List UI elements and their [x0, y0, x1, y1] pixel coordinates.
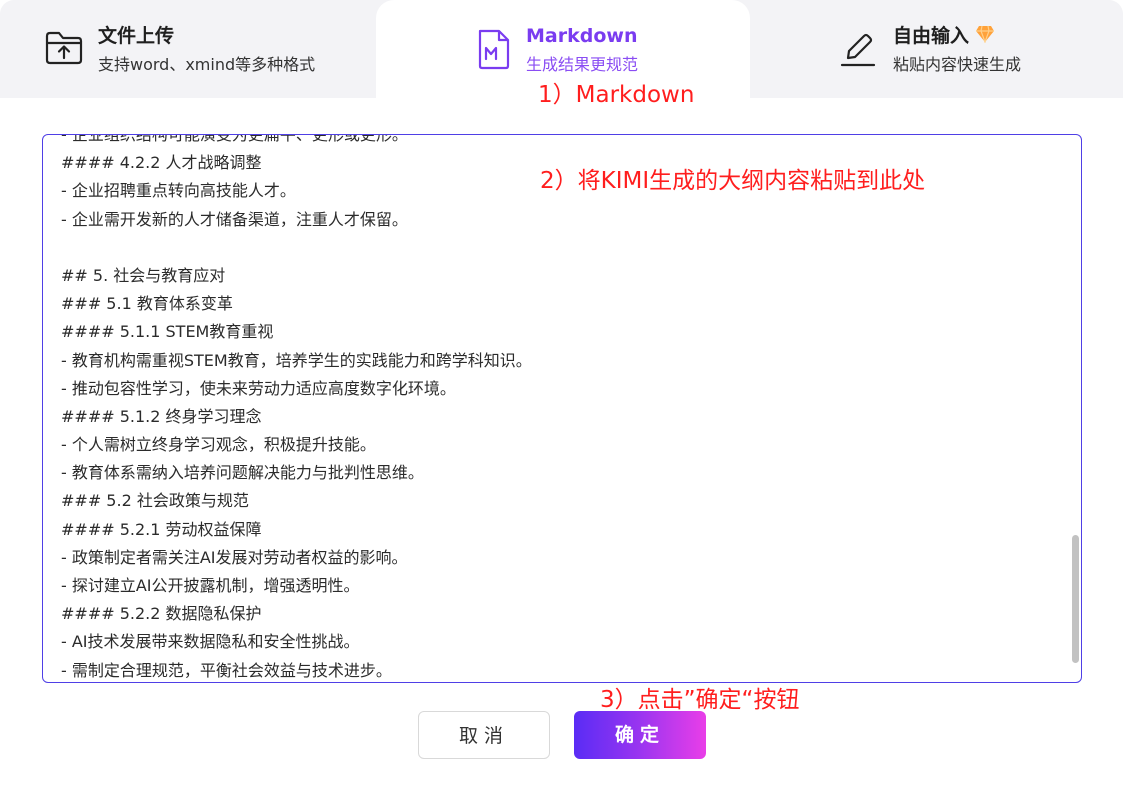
editor-line: #### 5.1.1 STEM教育重视: [61, 322, 274, 342]
gem-icon: [975, 25, 995, 49]
editor-line: #### 5.2.2 数据隐私保护: [61, 604, 262, 624]
editor-content[interactable]: - 企业组织结构可能演变为更扁平、更形或更形。 #### 4.2.2 人才战略调整…: [61, 134, 1061, 682]
tab-file-upload[interactable]: 文件上传 支持word、xmind等多种格式: [0, 0, 376, 98]
editor-line: - 个人需树立终身学习观念，积极提升技能。: [61, 435, 376, 455]
editor-line: - 教育体系需纳入培养问题解决能力与批判性思维。: [61, 463, 424, 483]
markdown-textarea[interactable]: - 企业组织结构可能演变为更扁平、更形或更形。 #### 4.2.2 人才战略调整…: [42, 134, 1082, 683]
pen-icon: [840, 30, 876, 72]
folder-upload-icon: [44, 30, 84, 70]
annotation-step-2: 2）将KIMI生成的大纲内容粘贴到此处: [540, 168, 926, 194]
editor-line: - 政策制定者需关注AI发展对劳动者权益的影响。: [61, 547, 408, 567]
editor-line: - AI技术发展带来数据隐私和安全性挑战。: [61, 632, 360, 652]
editor-line: ### 5.1 教育体系变革: [61, 294, 233, 314]
editor-line: #### 5.2.1 劳动权益保障: [61, 519, 262, 539]
editor-line: - 需制定合理规范，平衡社会效益与技术进步。: [61, 660, 392, 680]
annotation-step-1: 1）Markdown: [538, 82, 695, 108]
tab-subtitle: 支持word、xmind等多种格式: [98, 55, 316, 74]
editor-line: - 探讨建立AI公开披露机制，增强透明性。: [61, 576, 360, 595]
cancel-button[interactable]: 取消: [418, 711, 550, 759]
confirm-button[interactable]: 确定: [574, 711, 706, 759]
tab-title-text: 自由输入: [893, 25, 970, 47]
editor-line: ### 5.2 社会政策与规范: [61, 491, 249, 511]
tab-title: Markdown: [526, 25, 638, 47]
editor-line: - 企业组织结构可能演变为更扁平、更形或更形。: [61, 134, 408, 144]
markdown-file-icon: [476, 28, 512, 74]
tab-subtitle: 生成结果更规范: [526, 55, 639, 74]
tab-free-input[interactable]: 自由输入 粘贴内容快速生成: [750, 0, 1123, 98]
import-dialog: 文件上传 支持word、xmind等多种格式 Markdown 生成结果更规范: [0, 0, 1123, 786]
tab-title: 自由输入: [893, 24, 995, 49]
tab-subtitle: 粘贴内容快速生成: [893, 55, 1022, 74]
editor-line: ## 5. 社会与教育应对: [61, 265, 226, 285]
scrollbar-thumb[interactable]: [1072, 535, 1079, 663]
editor-line: - 推动包容性学习，使未来劳动力适应高度数字化环境。: [61, 378, 456, 398]
editor-line: #### 5.1.2 终身学习理念: [61, 406, 262, 426]
editor-line: - 企业需开发新的人才储备渠道，注重人才保留。: [61, 209, 408, 229]
tab-title: 文件上传: [98, 25, 175, 47]
editor-line: - 教育机构需重视STEM教育，培养学生的实践能力和跨学科知识。: [61, 350, 532, 370]
